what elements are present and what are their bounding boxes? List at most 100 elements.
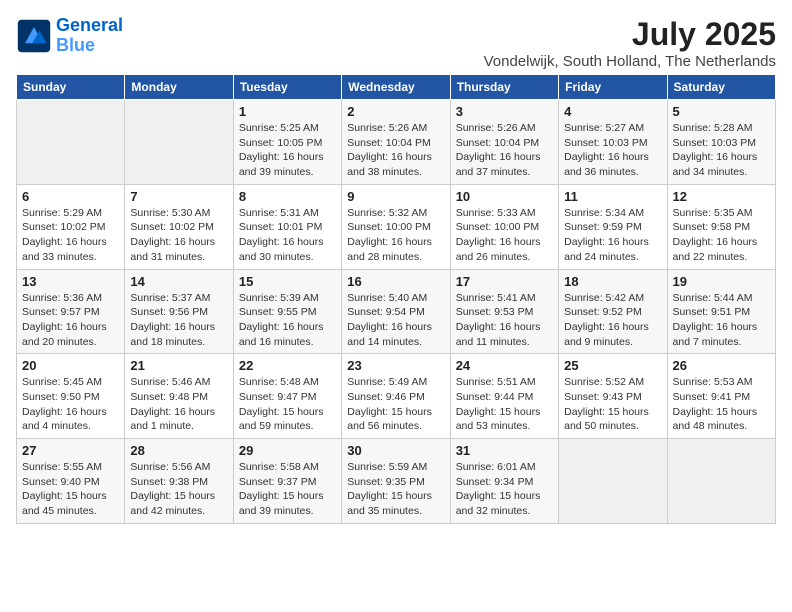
day-number: 11: [564, 189, 661, 204]
day-info: Sunrise: 5:55 AM Sunset: 9:40 PM Dayligh…: [22, 460, 119, 519]
calendar-cell: 8 Sunrise: 5:31 AM Sunset: 10:01 PM Dayli…: [233, 184, 341, 269]
calendar-cell: 10 Sunrise: 5:33 AM Sunset: 10:00 PM Dayl…: [450, 184, 558, 269]
day-info: Sunrise: 5:42 AM Sunset: 9:52 PM Dayligh…: [564, 291, 661, 350]
calendar-cell: 30 Sunrise: 5:59 AM Sunset: 9:35 PM Dayli…: [342, 439, 450, 524]
day-info: Sunrise: 5:56 AM Sunset: 9:38 PM Dayligh…: [130, 460, 227, 519]
day-number: 25: [564, 358, 661, 373]
calendar-cell: 18 Sunrise: 5:42 AM Sunset: 9:52 PM Dayli…: [559, 269, 667, 354]
calendar-cell: 4 Sunrise: 5:27 AM Sunset: 10:03 PM Dayli…: [559, 100, 667, 185]
calendar-cell: 26Sunrise: 5:53 AM Sunset: 9:41 PM Dayli…: [667, 354, 775, 439]
weekday-header: Saturday: [667, 75, 775, 100]
logo-text: General Blue: [56, 16, 123, 56]
weekday-header: Wednesday: [342, 75, 450, 100]
calendar-cell: 31 Sunrise: 6:01 AM Sunset: 9:34 PM Dayli…: [450, 439, 558, 524]
month-title: July 2025: [484, 16, 776, 53]
weekday-header: Friday: [559, 75, 667, 100]
day-number: 6: [22, 189, 119, 204]
calendar-cell: 1 Sunrise: 5:25 AM Sunset: 10:05 PM Dayli…: [233, 100, 341, 185]
day-number: 18: [564, 274, 661, 289]
calendar-cell: [17, 100, 125, 185]
calendar-cell: 15Sunrise: 5:39 AM Sunset: 9:55 PM Dayli…: [233, 269, 341, 354]
day-number: 2: [347, 104, 444, 119]
day-info: Sunrise: 5:58 AM Sunset: 9:37 PM Dayligh…: [239, 460, 336, 519]
day-info: Sunrise: 5:52 AM Sunset: 9:43 PM Dayligh…: [564, 375, 661, 434]
day-number: 3: [456, 104, 553, 119]
weekday-header: Sunday: [17, 75, 125, 100]
day-info: Sunrise: 5:59 AM Sunset: 9:35 PM Dayligh…: [347, 460, 444, 519]
day-number: 29: [239, 443, 336, 458]
day-number: 17: [456, 274, 553, 289]
page-header: General Blue July 2025 Vondelwijk, South…: [16, 16, 776, 70]
day-info: Sunrise: 5:27 AM Sunset: 10:03 PM Daylig…: [564, 121, 661, 180]
day-info: Sunrise: 5:49 AM Sunset: 9:46 PM Dayligh…: [347, 375, 444, 434]
day-info: Sunrise: 5:45 AM Sunset: 9:50 PM Dayligh…: [22, 375, 119, 434]
day-info: Sunrise: 5:41 AM Sunset: 9:53 PM Dayligh…: [456, 291, 553, 350]
day-info: Sunrise: 5:40 AM Sunset: 9:54 PM Dayligh…: [347, 291, 444, 350]
day-info: Sunrise: 5:26 AM Sunset: 10:04 PM Daylig…: [456, 121, 553, 180]
day-number: 23: [347, 358, 444, 373]
day-info: Sunrise: 5:28 AM Sunset: 10:03 PM Daylig…: [673, 121, 770, 180]
day-number: 16: [347, 274, 444, 289]
day-number: 10: [456, 189, 553, 204]
calendar-cell: 9 Sunrise: 5:32 AM Sunset: 10:00 PM Dayli…: [342, 184, 450, 269]
weekday-header: Monday: [125, 75, 233, 100]
calendar-cell: 19Sunrise: 5:44 AM Sunset: 9:51 PM Dayli…: [667, 269, 775, 354]
day-number: 7: [130, 189, 227, 204]
day-info: Sunrise: 5:46 AM Sunset: 9:48 PM Dayligh…: [130, 375, 227, 434]
day-number: 13: [22, 274, 119, 289]
day-number: 9: [347, 189, 444, 204]
location-title: Vondelwijk, South Holland, The Netherlan…: [484, 53, 776, 70]
day-info: Sunrise: 5:44 AM Sunset: 9:51 PM Dayligh…: [673, 291, 770, 350]
day-info: Sunrise: 6:01 AM Sunset: 9:34 PM Dayligh…: [456, 460, 553, 519]
day-number: 22: [239, 358, 336, 373]
calendar-cell: [667, 439, 775, 524]
day-info: Sunrise: 5:39 AM Sunset: 9:55 PM Dayligh…: [239, 291, 336, 350]
day-number: 28: [130, 443, 227, 458]
logo: General Blue: [16, 16, 123, 56]
day-number: 30: [347, 443, 444, 458]
calendar-cell: 12 Sunrise: 5:35 AM Sunset: 9:58 PM Dayli…: [667, 184, 775, 269]
day-info: Sunrise: 5:36 AM Sunset: 9:57 PM Dayligh…: [22, 291, 119, 350]
day-number: 4: [564, 104, 661, 119]
day-info: Sunrise: 5:30 AM Sunset: 10:02 PM Daylig…: [130, 206, 227, 265]
day-info: Sunrise: 5:31 AM Sunset: 10:01 PM Daylig…: [239, 206, 336, 265]
day-info: Sunrise: 5:51 AM Sunset: 9:44 PM Dayligh…: [456, 375, 553, 434]
calendar-table: SundayMondayTuesdayWednesdayThursdayFrid…: [16, 74, 776, 524]
calendar-cell: 23 Sunrise: 5:49 AM Sunset: 9:46 PM Dayli…: [342, 354, 450, 439]
day-info: Sunrise: 5:53 AM Sunset: 9:41 PM Dayligh…: [673, 375, 770, 434]
calendar-cell: 6Sunrise: 5:29 AM Sunset: 10:02 PM Dayli…: [17, 184, 125, 269]
calendar-cell: 11Sunrise: 5:34 AM Sunset: 9:59 PM Dayli…: [559, 184, 667, 269]
day-number: 20: [22, 358, 119, 373]
calendar-cell: 5 Sunrise: 5:28 AM Sunset: 10:03 PM Dayli…: [667, 100, 775, 185]
day-number: 31: [456, 443, 553, 458]
calendar-week-row: 13 Sunrise: 5:36 AM Sunset: 9:57 PM Dayli…: [17, 269, 776, 354]
weekday-header-row: SundayMondayTuesdayWednesdayThursdayFrid…: [17, 75, 776, 100]
weekday-header: Thursday: [450, 75, 558, 100]
calendar-cell: 28 Sunrise: 5:56 AM Sunset: 9:38 PM Dayli…: [125, 439, 233, 524]
calendar-week-row: 6Sunrise: 5:29 AM Sunset: 10:02 PM Dayli…: [17, 184, 776, 269]
day-info: Sunrise: 5:48 AM Sunset: 9:47 PM Dayligh…: [239, 375, 336, 434]
day-number: 8: [239, 189, 336, 204]
calendar-cell: 25 Sunrise: 5:52 AM Sunset: 9:43 PM Dayli…: [559, 354, 667, 439]
title-block: July 2025 Vondelwijk, South Holland, The…: [484, 16, 776, 70]
day-info: Sunrise: 5:32 AM Sunset: 10:00 PM Daylig…: [347, 206, 444, 265]
calendar-cell: 20 Sunrise: 5:45 AM Sunset: 9:50 PM Dayli…: [17, 354, 125, 439]
day-info: Sunrise: 5:35 AM Sunset: 9:58 PM Dayligh…: [673, 206, 770, 265]
day-info: Sunrise: 5:33 AM Sunset: 10:00 PM Daylig…: [456, 206, 553, 265]
day-number: 1: [239, 104, 336, 119]
day-number: 27: [22, 443, 119, 458]
calendar-cell: 17 Sunrise: 5:41 AM Sunset: 9:53 PM Dayli…: [450, 269, 558, 354]
calendar-cell: 14Sunrise: 5:37 AM Sunset: 9:56 PM Dayli…: [125, 269, 233, 354]
day-info: Sunrise: 5:37 AM Sunset: 9:56 PM Dayligh…: [130, 291, 227, 350]
calendar-week-row: 27 Sunrise: 5:55 AM Sunset: 9:40 PM Dayli…: [17, 439, 776, 524]
calendar-cell: 24 Sunrise: 5:51 AM Sunset: 9:44 PM Dayli…: [450, 354, 558, 439]
day-info: Sunrise: 5:25 AM Sunset: 10:05 PM Daylig…: [239, 121, 336, 180]
weekday-header: Tuesday: [233, 75, 341, 100]
day-number: 5: [673, 104, 770, 119]
calendar-cell: 7 Sunrise: 5:30 AM Sunset: 10:02 PM Dayli…: [125, 184, 233, 269]
calendar-cell: 3 Sunrise: 5:26 AM Sunset: 10:04 PM Dayli…: [450, 100, 558, 185]
calendar-cell: 29 Sunrise: 5:58 AM Sunset: 9:37 PM Dayli…: [233, 439, 341, 524]
day-number: 24: [456, 358, 553, 373]
day-number: 12: [673, 189, 770, 204]
calendar-cell: 16 Sunrise: 5:40 AM Sunset: 9:54 PM Dayli…: [342, 269, 450, 354]
